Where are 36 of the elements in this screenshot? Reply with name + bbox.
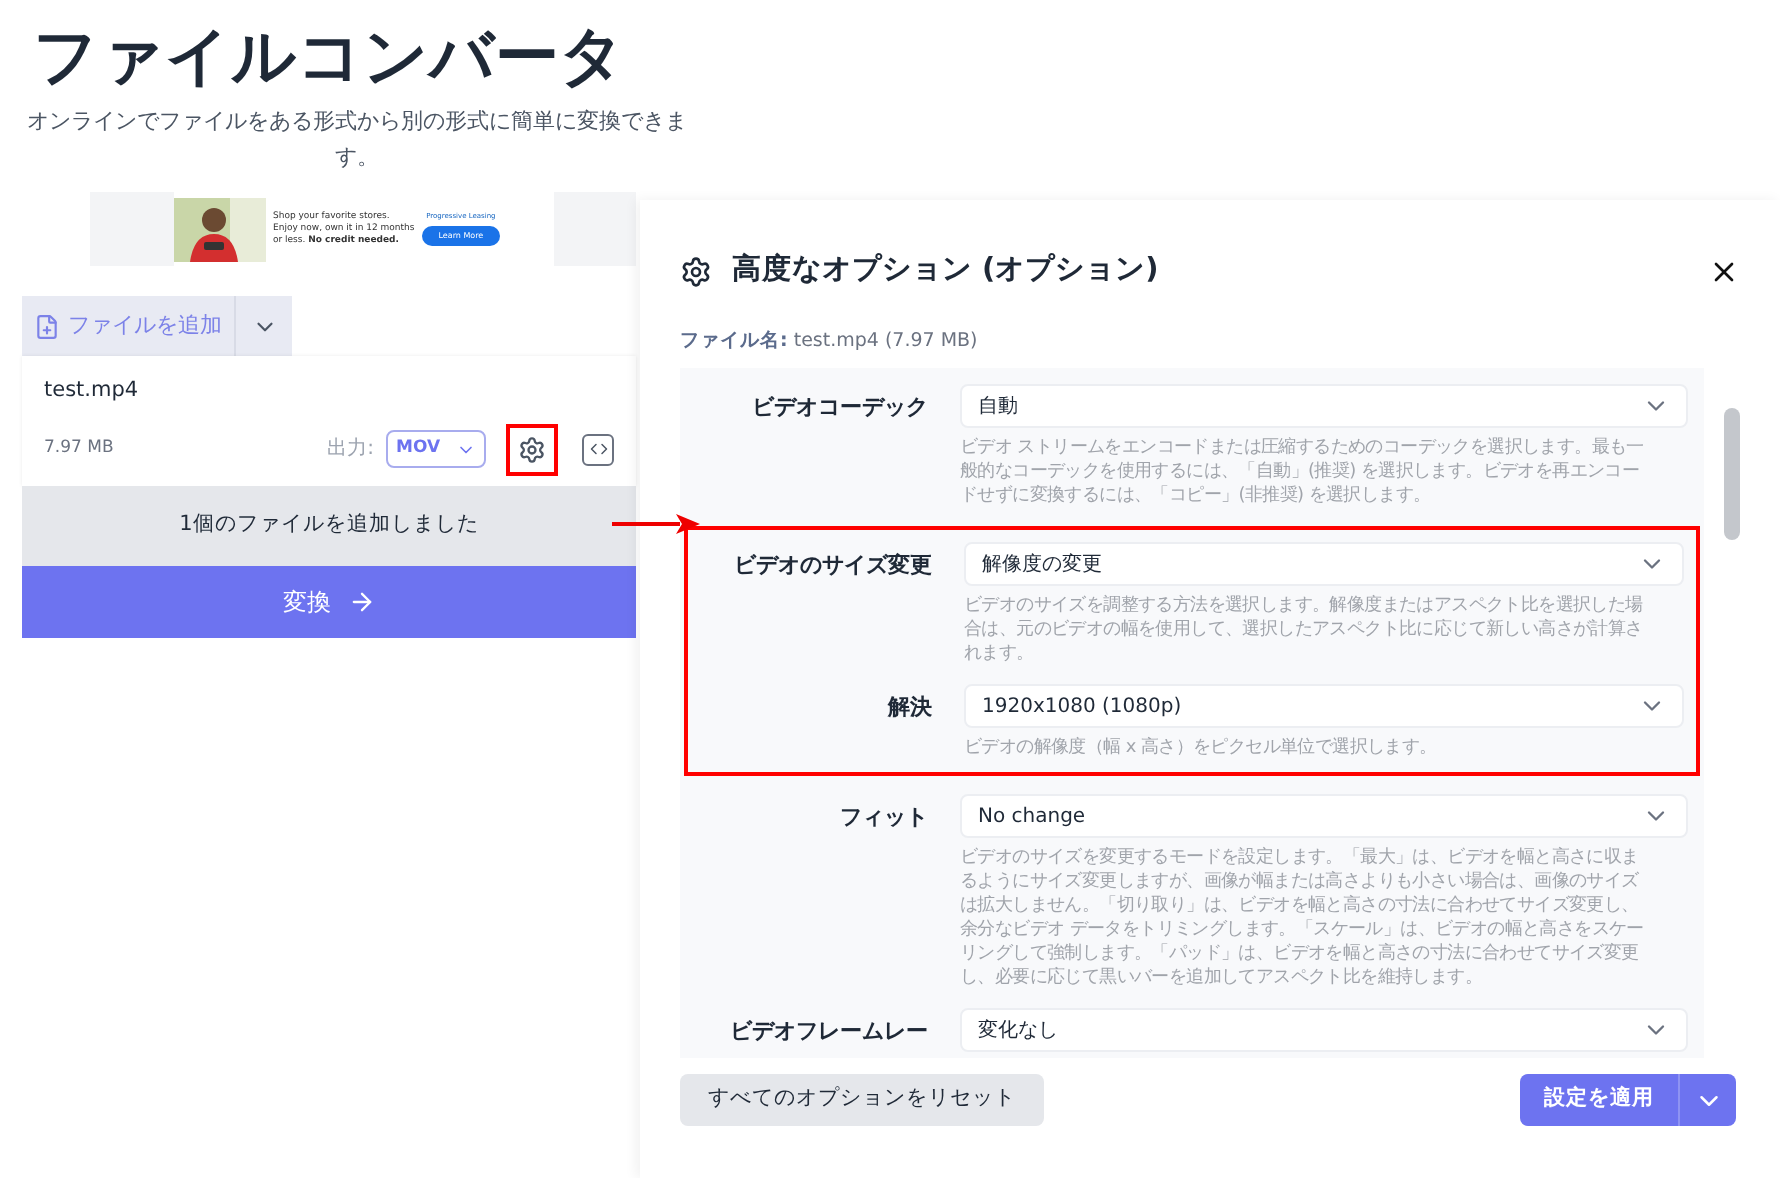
option-label: ビデオのサイズ変更 <box>732 550 932 582</box>
option-select[interactable]: 自動 <box>960 384 1688 428</box>
annotation-arrow <box>612 514 700 534</box>
file-info: ファイル名: test.mp4 (7.97 MB) <box>680 327 980 356</box>
option-select[interactable]: 変化なし <box>960 1008 1688 1052</box>
settings-icon <box>680 255 712 288</box>
settings-icon <box>518 435 546 464</box>
file-size: 7.97 MB <box>44 436 114 463</box>
output-label: 出力: <box>327 435 374 465</box>
apply-button[interactable]: 設定を適用 <box>1520 1074 1680 1126</box>
reset-button[interactable]: すべてのオプションをリセット <box>680 1074 1044 1126</box>
file-plus-icon <box>34 313 60 339</box>
page-subtitle: オンラインでファイルをある形式から別の形式に簡単に変換できます。 <box>25 106 689 174</box>
option-select[interactable]: 1920x1080 (1080p) <box>964 684 1684 728</box>
dialog-title: 高度なオプション (オプション) <box>732 250 1161 290</box>
option-label: フィット <box>838 802 928 834</box>
option-label: ビデオフレームレー <box>728 1016 928 1048</box>
format-select[interactable]: MOV <box>386 430 486 469</box>
apply-split-button[interactable]: 設定を適用 <box>1520 1074 1736 1126</box>
code-button[interactable] <box>582 433 614 466</box>
convert-button[interactable]: 変換 <box>22 566 636 638</box>
option-description: ビデオのサイズを調整する方法を選択します。解像度またはアスペクト比を選択した場合は、元のビデオの幅を使用して、選択したアスペクト比に応じて新しい高さが計算されます。 <box>964 594 1645 666</box>
file-name: test.mp4 <box>44 376 141 406</box>
status-bar: 1個のファイルを追加しました <box>22 486 636 566</box>
settings-button[interactable] <box>506 423 558 476</box>
option-description: ビデオの解像度（幅 x 高さ）をピクセル単位で選択します。 <box>964 736 1439 760</box>
option-label: 解決 <box>885 692 932 724</box>
code-icon <box>589 440 607 459</box>
option-label: ビデオコーデック <box>750 392 928 424</box>
page-title: ファイルコンバータ <box>33 16 625 96</box>
option-select[interactable]: No change <box>960 794 1688 838</box>
scrollbar-thumb[interactable] <box>1724 408 1740 540</box>
option-description: ビデオ ストリームをエンコードまたは圧縮するためのコーデックを選択します。最も一般的なコーデックを使用するには、「自動」(推奨) を選択します。ビデオを再エンコードせずに変換するには、「コピー」(非推奨) を選択します。 <box>960 436 1646 508</box>
option-description: ビデオのサイズを変更するモードを設定します。「最大」は、ビデオを幅と高さに収まるようにサイズ変更しますが、画像が幅または高さよりも小さい場合は、画像のサイズは拡大しません。「切り取り」は、ビデオを幅と高さの寸法に合わせてサイズ変更し、余分なビデオ データをトリミングします。「スケール」は、ビデオの幅と高さをスケーリングして強制します。「パッド」は、ビデオを幅と高さの寸法に合わせてサイズ変更し、必要に応じて黒いバーを追加してアスペクト比を維持します。 <box>960 846 1646 990</box>
arrow-right-icon <box>347 588 375 616</box>
option-select[interactable]: 解像度の変更 <box>964 542 1684 586</box>
